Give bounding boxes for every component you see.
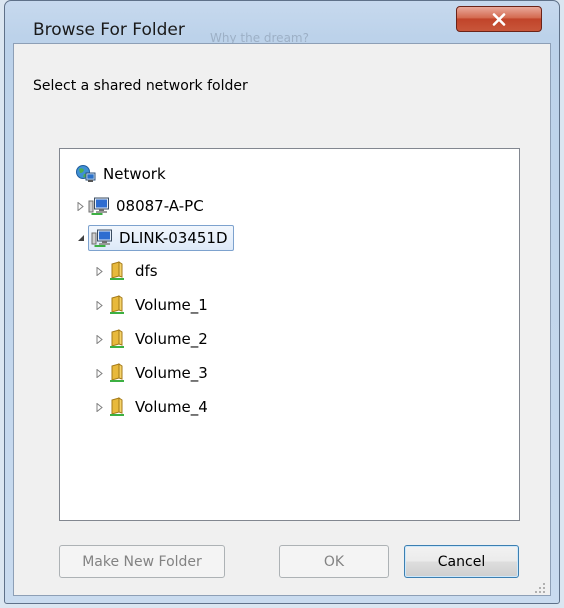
tree-item-label: 08087-A-PC (116, 197, 204, 215)
resize-grip-icon[interactable] (534, 579, 546, 593)
tree-item-share-volume-4[interactable]: Volume_4 (94, 394, 208, 420)
tree-item-computer-dlink[interactable]: DLINK-03451D (75, 225, 234, 251)
dialog-client-area: Select a shared network folder Network 0… (13, 43, 551, 596)
shared-folder-icon (107, 363, 129, 383)
tree-item-label: DLINK-03451D (119, 229, 228, 247)
tree-item-label: dfs (135, 262, 158, 280)
tree-item-computer-08087[interactable]: 08087-A-PC (75, 193, 204, 219)
expand-arrow-icon[interactable] (94, 266, 105, 277)
expand-arrow-icon[interactable] (94, 402, 105, 413)
tree-item-label: Volume_1 (135, 296, 208, 314)
make-new-folder-button[interactable]: Make New Folder (59, 545, 225, 578)
computer-icon (91, 228, 113, 248)
expand-arrow-icon[interactable] (75, 201, 86, 212)
shared-folder-icon (107, 295, 129, 315)
window-title: Browse For Folder (33, 20, 185, 40)
expand-arrow-icon[interactable] (94, 334, 105, 345)
browse-for-folder-window: Browse For Folder Why the dream? Select … (4, 0, 560, 604)
instruction-text: Select a shared network folder (33, 78, 248, 94)
network-globe-icon (75, 164, 97, 184)
cancel-button[interactable]: Cancel (404, 545, 519, 578)
close-icon (492, 12, 506, 26)
expand-arrow-icon[interactable] (94, 368, 105, 379)
selected-node-highlight[interactable]: DLINK-03451D (88, 225, 234, 251)
tree-item-label: Network (103, 165, 166, 183)
tree-item-label: Volume_3 (135, 364, 208, 382)
shared-folder-icon (107, 329, 129, 349)
tree-item-label: Volume_4 (135, 398, 208, 416)
shared-folder-icon (107, 397, 129, 417)
folder-tree[interactable]: Network 08087-A-PC DLINK-03451D dfs Volu… (59, 148, 520, 521)
collapse-arrow-icon[interactable] (75, 233, 86, 244)
tree-item-share-volume-2[interactable]: Volume_2 (94, 326, 208, 352)
computer-icon (88, 196, 110, 216)
expand-arrow-icon[interactable] (94, 300, 105, 311)
tree-item-share-volume-1[interactable]: Volume_1 (94, 292, 208, 318)
tree-item-share-volume-3[interactable]: Volume_3 (94, 360, 208, 386)
tree-item-network[interactable]: Network (75, 161, 166, 187)
ok-button[interactable]: OK (279, 545, 389, 578)
tree-item-share-dfs[interactable]: dfs (94, 258, 158, 284)
title-bar[interactable]: Browse For Folder Why the dream? (5, 1, 559, 45)
tree-item-label: Volume_2 (135, 330, 208, 348)
close-button[interactable] (456, 6, 542, 32)
shared-folder-icon (107, 261, 129, 281)
